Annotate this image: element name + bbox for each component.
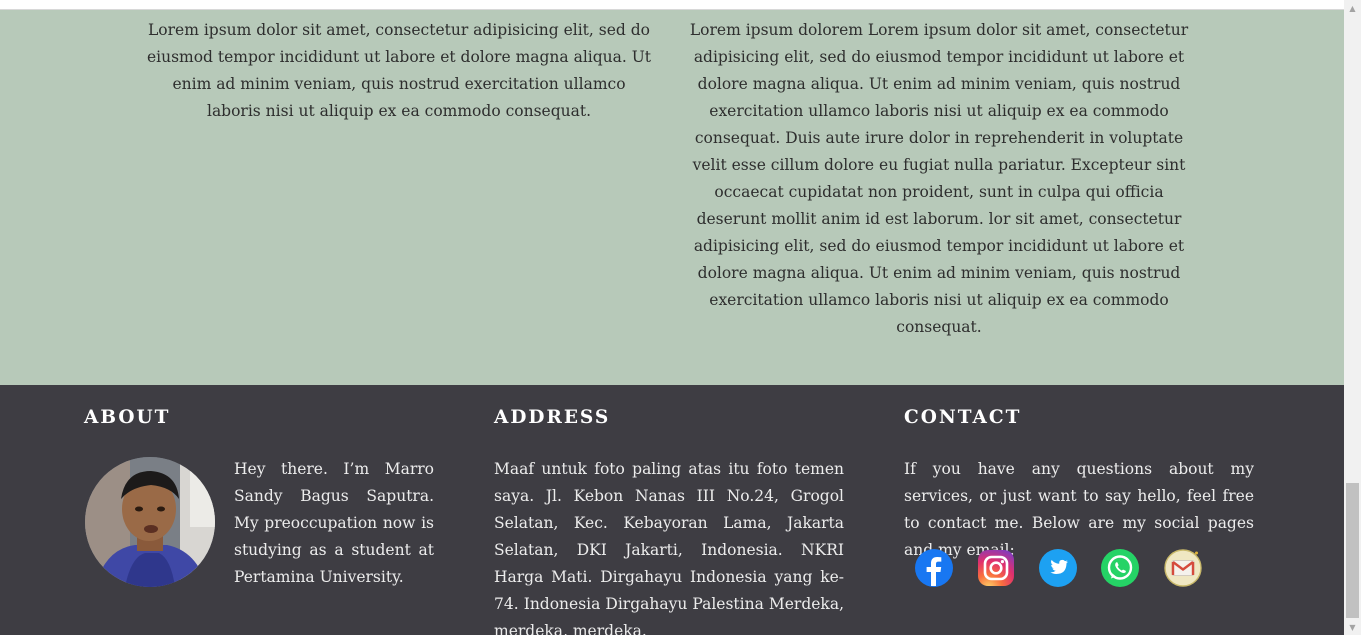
address-text: Maaf untuk foto paling atas itu foto tem… xyxy=(494,460,844,635)
facebook-icon[interactable] xyxy=(913,547,955,589)
whatsapp-icon[interactable] xyxy=(1099,547,1141,589)
twitter-icon[interactable] xyxy=(1037,547,1079,589)
about-heading: ABOUT xyxy=(84,407,171,428)
page-scrollbar[interactable]: ▲ ▼ xyxy=(1344,0,1361,635)
address-heading: ADDRESS xyxy=(494,407,611,428)
instagram-icon[interactable] xyxy=(975,547,1017,589)
scroll-down-arrow-icon[interactable]: ▼ xyxy=(1344,619,1361,635)
scroll-up-arrow-icon[interactable]: ▲ xyxy=(1344,0,1361,16)
gmail-icon[interactable] xyxy=(1162,547,1204,589)
right-paragraph: Lorem ipsum dolorem Lorem ipsum dolor si… xyxy=(689,21,1189,336)
content-section: Lorem ipsum dolor sit amet, consectetur … xyxy=(0,10,1344,385)
site-footer: ABOUT ADDRESS CONTACT Hey there. I’m Mar… xyxy=(0,385,1344,635)
scrollbar-thumb[interactable] xyxy=(1346,483,1359,618)
left-paragraph: Lorem ipsum dolor sit amet, consectetur … xyxy=(146,21,652,120)
about-text: Hey there. I’m Marro Sandy Bagus Saputra… xyxy=(234,460,434,586)
top-divider xyxy=(0,0,1344,10)
avatar xyxy=(85,457,215,587)
contact-heading: CONTACT xyxy=(904,407,1022,428)
